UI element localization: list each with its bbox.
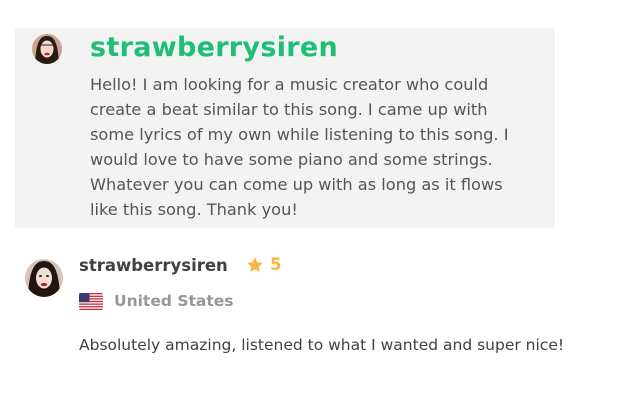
review-text: Absolutely amazing, listened to what I w… — [79, 336, 565, 354]
country-name: United States — [114, 292, 234, 310]
reviewer-country: United States — [79, 292, 234, 310]
rating-value: 5 — [270, 255, 282, 274]
request-card: strawberrysiren Hello! I am looking for … — [15, 28, 555, 228]
user-avatar-icon[interactable] — [25, 259, 63, 297]
review-username[interactable]: strawberrysiren — [79, 256, 228, 275]
review-item: strawberrysiren 5 United States Absolute… — [0, 250, 643, 400]
star-icon — [247, 256, 263, 272]
request-username[interactable]: strawberrysiren — [90, 32, 338, 63]
review-rating: 5 — [246, 255, 281, 274]
us-flag-icon — [79, 292, 103, 310]
user-avatar-icon[interactable] — [32, 34, 62, 64]
request-message: Hello! I am looking for a music creator … — [90, 75, 509, 219]
